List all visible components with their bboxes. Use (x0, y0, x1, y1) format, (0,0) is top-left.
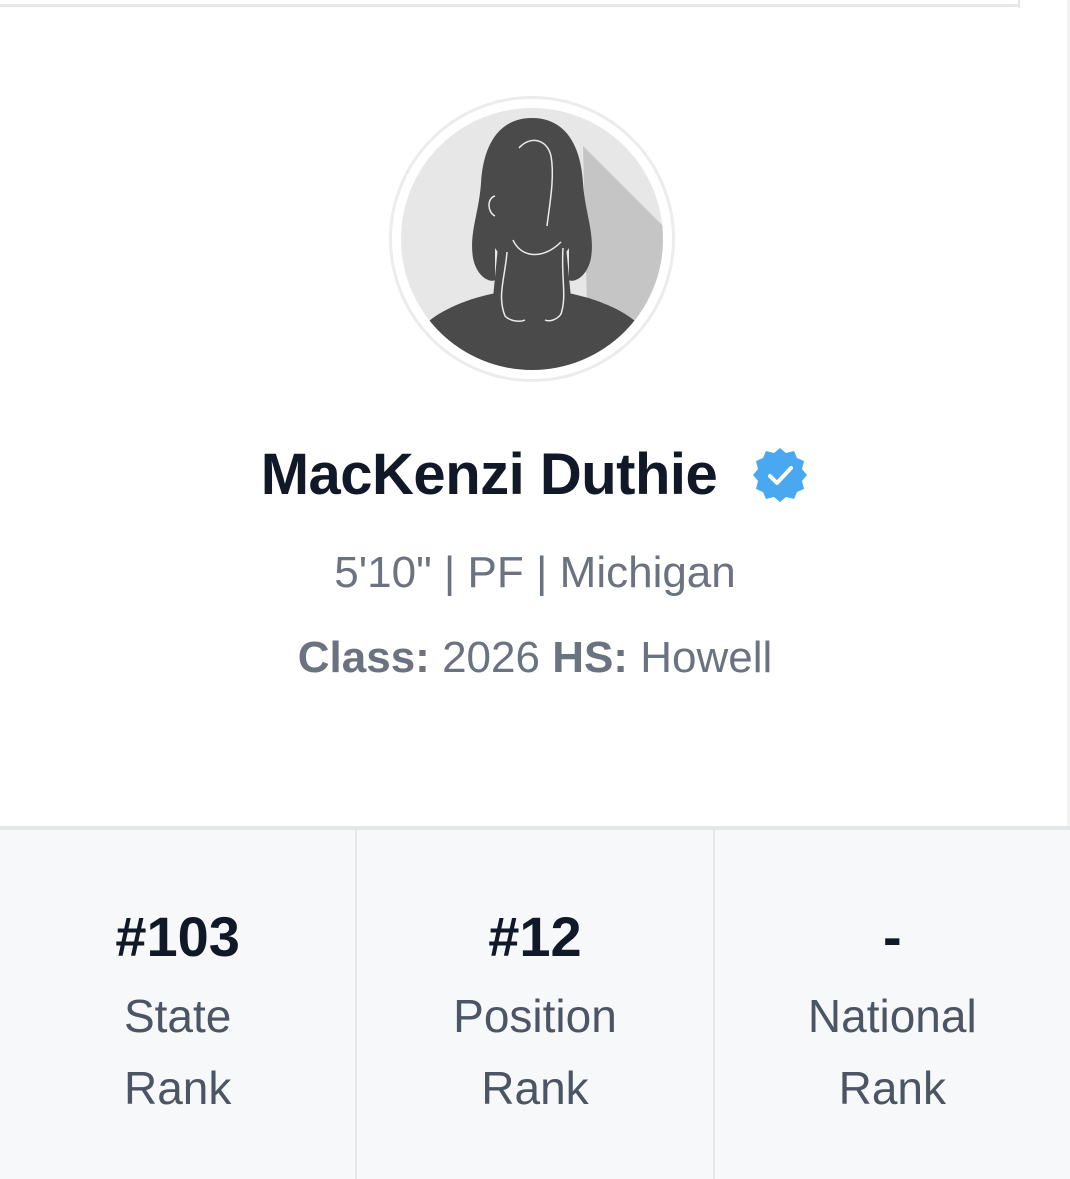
national-rank-label: National Rank (715, 980, 1070, 1124)
verified-badge-icon (753, 448, 808, 502)
class-label: Class: (297, 633, 430, 682)
position-rank-label-line2: Rank (481, 1062, 589, 1114)
national-rank-label-line1: National (807, 990, 977, 1042)
hs-value: Howell (640, 633, 773, 682)
position-rank-label-line1: Position (453, 990, 617, 1042)
national-rank-label-line2: Rank (838, 1062, 947, 1114)
state-rank-value: #103 (115, 905, 240, 968)
player-name: MacKenzi Duthie (260, 441, 718, 507)
state-rank-label-line2: Rank (123, 1062, 232, 1114)
card-top-divider (1018, 0, 1020, 8)
position-rank-value: #12 (488, 905, 582, 968)
player-class-school: Class: 2026 HS: Howell (0, 633, 1070, 683)
card-top-border (0, 0, 1018, 7)
player-name-row: MacKenzi Duthie (0, 436, 1070, 512)
state-rank-label: State Rank (0, 980, 355, 1124)
state-rank-label-line1: State (123, 990, 232, 1042)
player-height-position-state: 5'10" | PF | Michigan (334, 548, 736, 597)
female-silhouette-icon (401, 108, 663, 370)
class-value: 2026 (442, 633, 540, 682)
position-rank-cell: #12 Position Rank (357, 830, 715, 1179)
rank-stats: #103 State Rank #12 Position Rank - Nati… (0, 826, 1070, 1179)
avatar[interactable] (389, 96, 675, 382)
state-rank-cell: #103 State Rank (0, 830, 358, 1179)
player-profile-card: MacKenzi Duthie 5'10" | PF | Michigan Cl… (0, 0, 1070, 1179)
national-rank-cell: - National Rank (715, 830, 1070, 1179)
hs-label: HS: (552, 633, 628, 682)
national-rank-value: - (882, 905, 902, 968)
position-rank-label: Position Rank (357, 980, 712, 1124)
